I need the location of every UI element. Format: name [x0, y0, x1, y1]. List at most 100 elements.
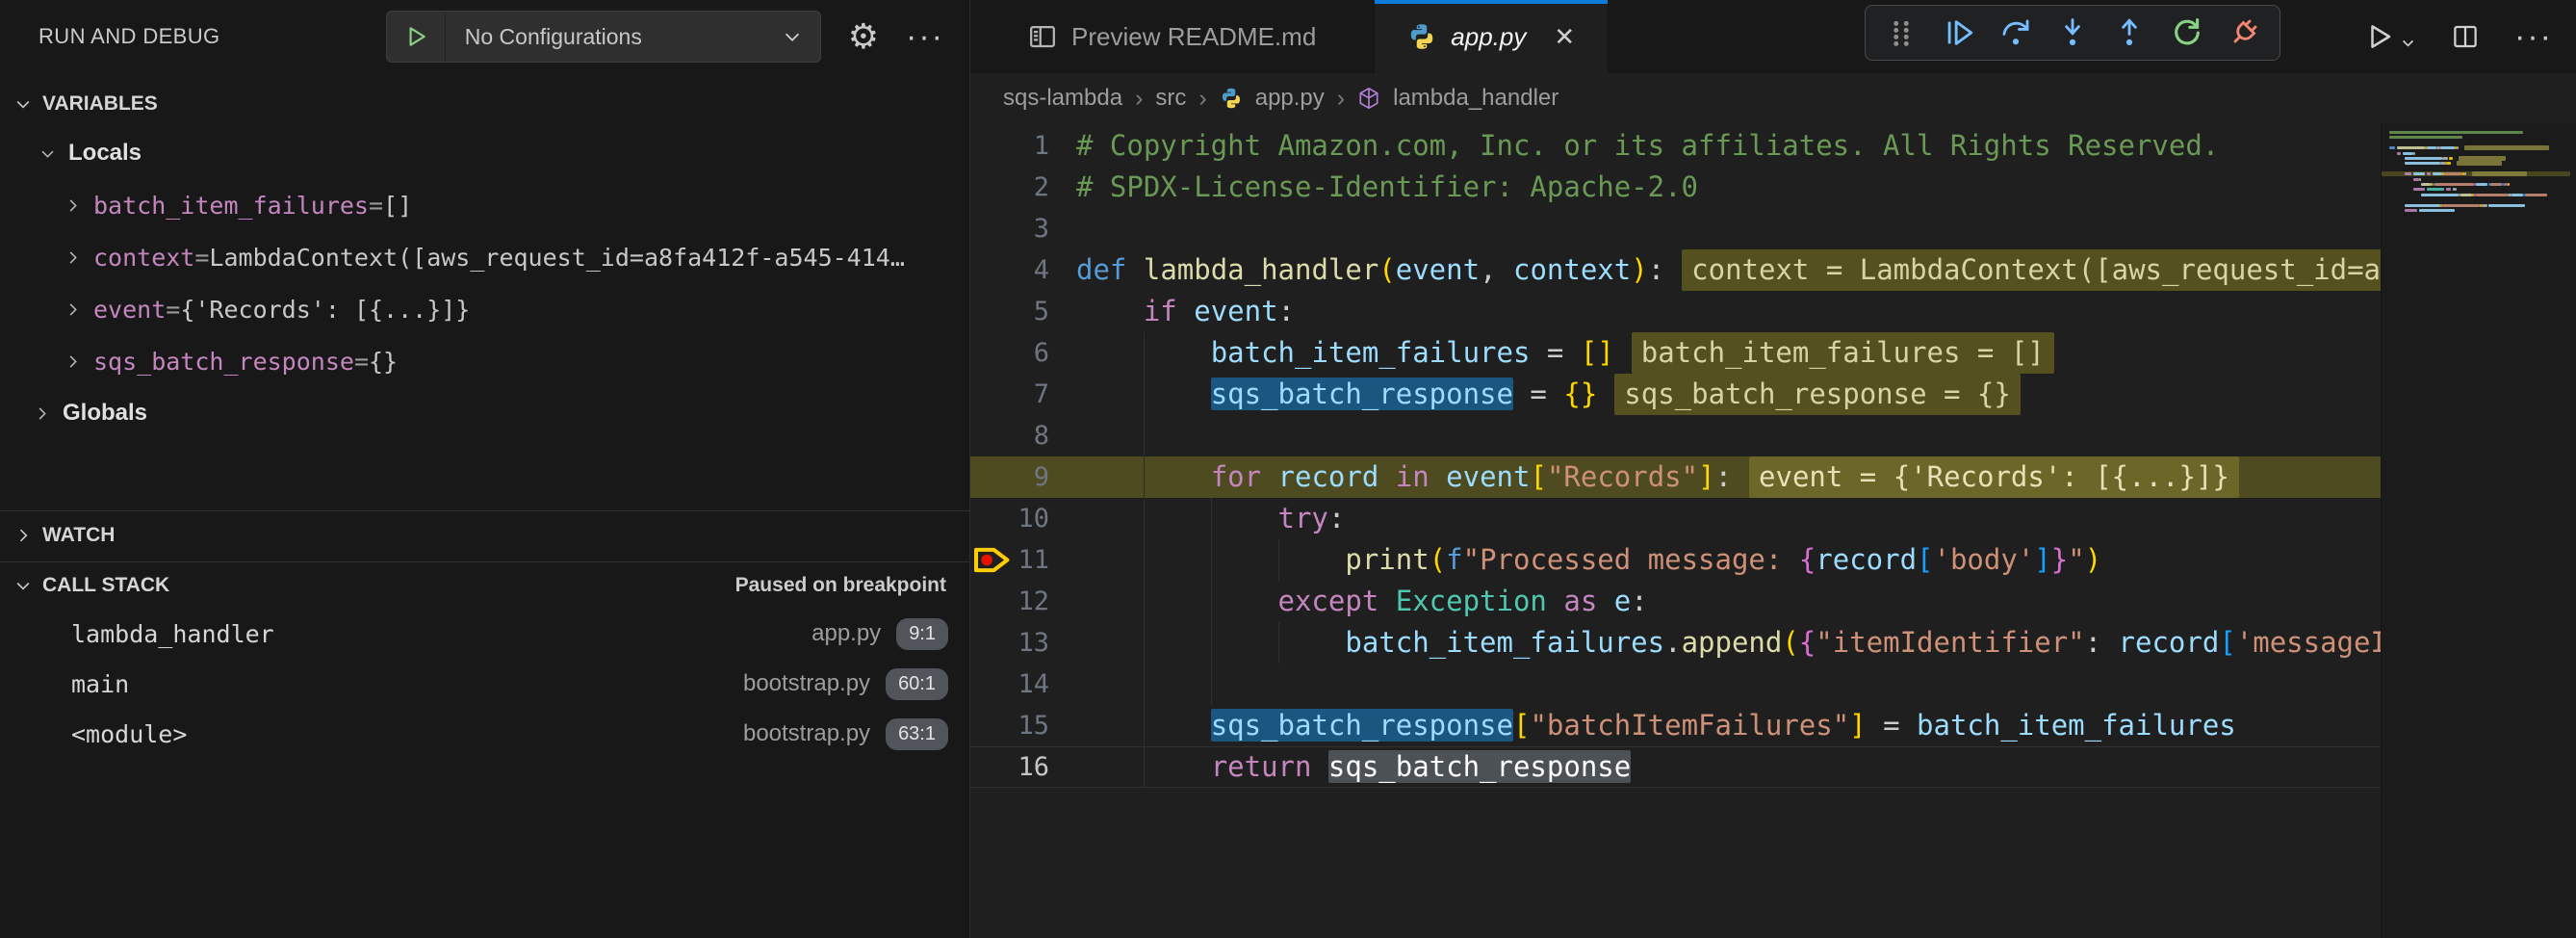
- frame-position-badge: 63:1: [886, 718, 948, 750]
- line-number[interactable]: 5: [970, 291, 1076, 332]
- code-line[interactable]: 6 batch_item_failures = []batch_item_fai…: [970, 332, 2381, 374]
- chevron-right-icon: ›: [1198, 85, 1206, 113]
- call-stack-section-header[interactable]: CALL STACK Paused on breakpoint: [0, 562, 969, 609]
- drag-handle[interactable]: [1880, 12, 1922, 54]
- step-out-icon[interactable]: [2108, 12, 2151, 54]
- frame-file: app.py: [811, 620, 881, 647]
- line-number[interactable]: 13: [970, 622, 1076, 664]
- code-line[interactable]: 15 sqs_batch_response["batchItemFailures…: [970, 705, 2381, 746]
- tab-label: app.py: [1451, 22, 1526, 52]
- variables-tree: Localsbatch_item_failures = []context = …: [0, 127, 969, 439]
- frame-file: bootstrap.py: [743, 670, 870, 697]
- indent-guide: [1144, 415, 1145, 456]
- line-number[interactable]: 6: [970, 332, 1076, 374]
- line-number[interactable]: 14: [970, 664, 1076, 705]
- line-number[interactable]: 7: [970, 374, 1076, 415]
- code-viewport[interactable]: 1 # Copyright Amazon.com, Inc. or its af…: [970, 125, 2381, 938]
- start-debug-icon[interactable]: [387, 12, 446, 62]
- launch-config-dropdown[interactable]: No Configurations: [386, 11, 821, 63]
- code-line[interactable]: 4 def lambda_handler(event, context):con…: [970, 249, 2381, 291]
- launch-config-label: No Configurations: [446, 24, 764, 50]
- markdown-preview-icon: [1028, 22, 1057, 51]
- breadcrumb-file[interactable]: app.py: [1255, 85, 1325, 112]
- call-stack-list: lambda_handler app.py 9:1 main bootstrap…: [0, 609, 969, 759]
- disconnect-icon[interactable]: [2223, 12, 2265, 54]
- code-line[interactable]: 13 batch_item_failures.append({"itemIden…: [970, 622, 2381, 664]
- line-number[interactable]: 8: [970, 415, 1076, 456]
- line-number[interactable]: 1: [970, 125, 1076, 167]
- code-line[interactable]: 11 print(f"Processed message: {record['b…: [970, 539, 2381, 581]
- indent-guide: [1144, 622, 1145, 664]
- stack-frame-row[interactable]: lambda_handler app.py 9:1: [0, 609, 969, 659]
- chevron-collapsed-icon: [33, 404, 51, 423]
- variable-row[interactable]: event = {'Records': [{...}]}: [0, 283, 969, 335]
- code-line[interactable]: 10 try:: [970, 498, 2381, 539]
- restart-icon[interactable]: [2166, 12, 2208, 54]
- scope-globals-row[interactable]: Globals: [0, 387, 969, 439]
- chevron-collapsed-icon: [64, 300, 82, 319]
- breadcrumb-folder[interactable]: sqs-lambda: [1003, 85, 1122, 112]
- line-number[interactable]: 4: [970, 249, 1076, 291]
- line-number[interactable]: 10: [970, 498, 1076, 539]
- variable-row[interactable]: sqs_batch_response = {}: [0, 335, 969, 387]
- tab-app-py[interactable]: app.py ✕: [1375, 0, 1609, 73]
- code-line[interactable]: 9 for record in event["Records"]:event =…: [970, 456, 2381, 498]
- more-actions-icon[interactable]: ···: [2514, 27, 2553, 46]
- chevron-collapsed-icon: [64, 352, 82, 371]
- indent-guide: [1144, 581, 1145, 622]
- chevron-down-icon: [2400, 35, 2416, 51]
- code-line[interactable]: 8: [970, 415, 2381, 456]
- variable-value: []: [383, 192, 412, 220]
- minimap[interactable]: [2381, 123, 2576, 938]
- variable-row[interactable]: batch_item_failures = []: [0, 179, 969, 231]
- continue-icon[interactable]: [1938, 12, 1980, 54]
- code-line[interactable]: 14: [970, 664, 2381, 705]
- code-line[interactable]: 12 except Exception as e:: [970, 581, 2381, 622]
- variables-header-label: VARIABLES: [42, 92, 158, 116]
- code-editor[interactable]: 1 # Copyright Amazon.com, Inc. or its af…: [970, 123, 2576, 938]
- vscode-window: RUN AND DEBUG No Configurations ⚙ ···: [0, 0, 2576, 938]
- watch-section-header[interactable]: WATCH: [0, 511, 969, 560]
- code-line[interactable]: 1 # Copyright Amazon.com, Inc. or its af…: [970, 125, 2381, 167]
- code-line[interactable]: 3: [970, 208, 2381, 249]
- variables-section-header[interactable]: VARIABLES: [0, 81, 969, 127]
- variable-row[interactable]: context = LambdaContext([aws_request_id=…: [0, 231, 969, 283]
- code-line[interactable]: 16 return sqs_batch_response: [970, 746, 2381, 788]
- python-icon: [1407, 22, 1436, 51]
- indent-guide: [1144, 539, 1145, 581]
- gear-icon[interactable]: ⚙: [848, 19, 879, 54]
- stack-frame-row[interactable]: main bootstrap.py 60:1: [0, 659, 969, 709]
- stack-frame-row[interactable]: <module> bootstrap.py 63:1: [0, 709, 969, 759]
- chevron-right-icon: ›: [1337, 85, 1345, 113]
- breadcrumb-folder[interactable]: src: [1155, 85, 1186, 112]
- step-into-icon[interactable]: [2051, 12, 2094, 54]
- breadcrumb-symbol[interactable]: lambda_handler: [1393, 85, 1558, 112]
- chevron-collapsed-icon: [64, 196, 82, 215]
- step-over-icon[interactable]: [1995, 12, 2037, 54]
- more-actions-icon[interactable]: ···: [906, 27, 944, 46]
- tab-preview-readme[interactable]: Preview README.md: [970, 0, 1375, 73]
- variable-name: batch_item_failures: [93, 192, 369, 220]
- tab-label: Preview README.md: [1071, 22, 1316, 52]
- editor-area: Preview README.md app.py ✕: [970, 0, 2576, 938]
- line-number[interactable]: 16: [970, 746, 1076, 788]
- line-number[interactable]: 15: [970, 705, 1076, 746]
- variable-value: {'Records': [{...}]}: [180, 296, 470, 324]
- split-editor-icon[interactable]: [2451, 22, 2480, 51]
- frame-name: main: [71, 670, 129, 698]
- frame-position-badge: 60:1: [886, 668, 948, 700]
- line-number[interactable]: 3: [970, 208, 1076, 249]
- line-number[interactable]: 2: [970, 167, 1076, 208]
- code-line[interactable]: 5 if event:: [970, 291, 2381, 332]
- code-line[interactable]: 2 # SPDX-License-Identifier: Apache-2.0: [970, 167, 2381, 208]
- scope-locals-row[interactable]: Locals: [0, 127, 969, 179]
- debug-toolbar: [1865, 5, 2280, 61]
- code-line[interactable]: 7 sqs_batch_response = {}sqs_batch_respo…: [970, 374, 2381, 415]
- frame-position-badge: 9:1: [896, 618, 948, 650]
- line-number[interactable]: 12: [970, 581, 1076, 622]
- close-icon[interactable]: ✕: [1554, 22, 1575, 52]
- line-number[interactable]: 11: [970, 539, 1076, 581]
- chevron-expanded-icon: [39, 144, 57, 163]
- run-python-file-button[interactable]: [2365, 22, 2416, 51]
- line-number[interactable]: 9: [970, 456, 1076, 498]
